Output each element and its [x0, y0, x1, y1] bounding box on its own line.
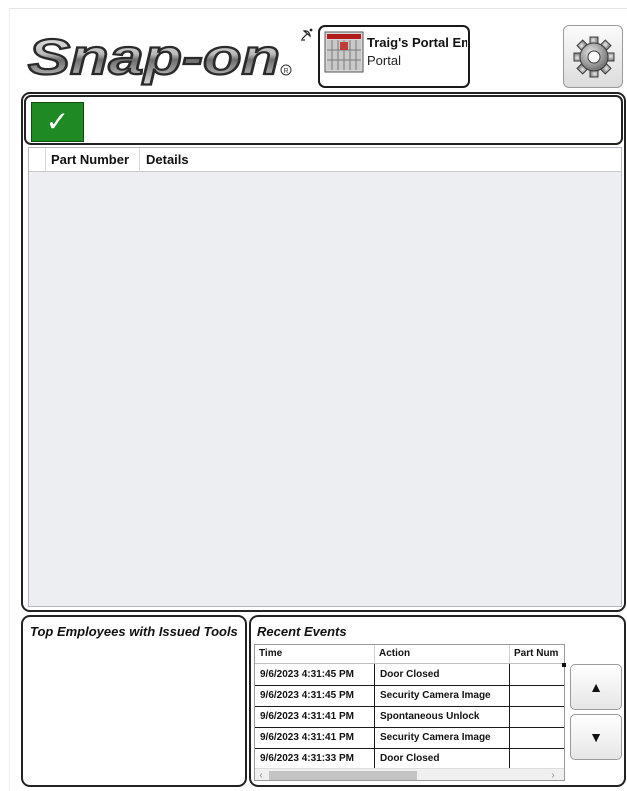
portal-subtitle: Portal: [367, 53, 401, 68]
event-time: 9/6/2023 4:31:41 PM: [255, 706, 375, 727]
events-horizontal-scrollbar[interactable]: ‹ ›: [255, 768, 564, 780]
scroll-right-icon[interactable]: ›: [547, 769, 559, 780]
row-header-cell: [29, 148, 46, 171]
table-row[interactable]: 9/6/2023 4:31:45 PM Door Closed: [255, 664, 564, 686]
scroll-down-button[interactable]: ▼: [570, 714, 622, 760]
logo-wordmark: Snap-on: [28, 29, 280, 85]
table-row[interactable]: 9/6/2023 4:31:41 PM Spontaneous Unlock: [255, 706, 564, 728]
recent-events-title: Recent Events: [257, 624, 347, 639]
event-part-number: [510, 664, 564, 685]
event-action: Security Camera Image: [375, 685, 510, 706]
svg-text:R: R: [284, 68, 289, 75]
window-top-border: [9, 8, 627, 9]
table-row[interactable]: 9/6/2023 4:31:45 PM Security Camera Imag…: [255, 685, 564, 707]
window-left-border: [9, 8, 10, 791]
top-employees-title: Top Employees with Issued Tools: [30, 624, 238, 639]
event-part-number: [510, 685, 564, 706]
portal-cabinet-icon: [324, 31, 364, 73]
confirm-button[interactable]: ✓: [31, 102, 84, 142]
event-action: Door Closed: [375, 748, 510, 769]
column-header-part-number[interactable]: Part Num: [510, 645, 564, 663]
event-part-number: [510, 706, 564, 727]
column-header-action[interactable]: Action: [375, 645, 510, 663]
grid-header: Part Number Details: [29, 148, 621, 172]
column-header-details[interactable]: Details: [140, 148, 260, 171]
scroll-left-icon[interactable]: ‹: [255, 769, 267, 780]
event-part-number: [510, 748, 564, 769]
checkmark-icon: ✓: [45, 106, 70, 137]
column-header-part-number[interactable]: Part Number: [45, 148, 140, 171]
app-window: Snap-on R Traig's Portal Em Portal ✓ Par…: [0, 0, 627, 791]
settings-button[interactable]: [563, 25, 623, 88]
top-employees-panel: Top Employees with Issued Tools: [21, 615, 247, 787]
portal-selector[interactable]: Traig's Portal Em Portal: [318, 25, 470, 88]
event-time: 9/6/2023 4:31:33 PM: [255, 748, 375, 769]
event-time: 9/6/2023 4:31:41 PM: [255, 727, 375, 748]
scroll-up-button[interactable]: ▲: [570, 664, 622, 710]
gear-icon: [573, 36, 615, 78]
action-toolbar: ✓: [24, 95, 623, 145]
column-header-time[interactable]: Time: [255, 645, 375, 663]
satellite-antenna-icon: [301, 28, 313, 41]
event-action: Door Closed: [375, 664, 510, 685]
event-part-number: [510, 727, 564, 748]
snap-on-logo: Snap-on R: [27, 28, 292, 86]
portal-name: Traig's Portal Em: [367, 35, 467, 50]
event-time: 9/6/2023 4:31:45 PM: [255, 664, 375, 685]
table-row[interactable]: 9/6/2023 4:31:33 PM Door Closed: [255, 748, 564, 769]
parts-grid[interactable]: Part Number Details: [28, 147, 622, 607]
down-arrow-icon: ▼: [589, 729, 603, 745]
event-action: Security Camera Image: [375, 727, 510, 748]
scrollbar-thumb[interactable]: [269, 771, 417, 780]
events-table-header: Time Action Part Num: [255, 645, 564, 664]
event-action: Spontaneous Unlock: [375, 706, 510, 727]
selection-marker: [562, 663, 566, 667]
up-arrow-icon: ▲: [589, 679, 603, 695]
event-time: 9/6/2023 4:31:45 PM: [255, 685, 375, 706]
recent-events-table[interactable]: Time Action Part Num 9/6/2023 4:31:45 PM…: [254, 644, 565, 781]
table-row[interactable]: 9/6/2023 4:31:41 PM Security Camera Imag…: [255, 727, 564, 749]
